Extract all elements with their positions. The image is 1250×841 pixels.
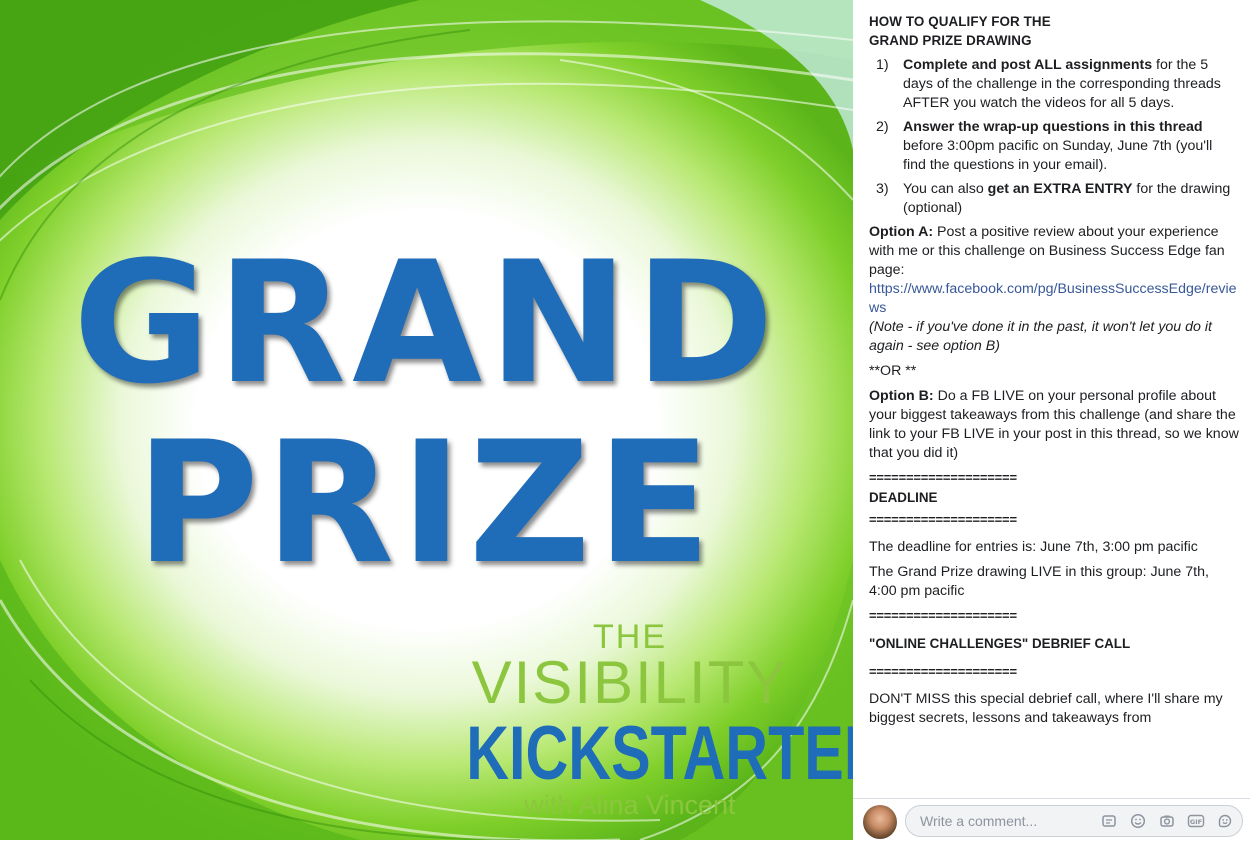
- or-text: **OR **: [869, 363, 917, 379]
- comment-bar: Write a comment... GIF: [853, 798, 1250, 841]
- brand-byline: with Alina Vincent: [524, 790, 736, 820]
- list-item: 3) You can also get an EXTRA ENTRY for t…: [869, 180, 1239, 218]
- step-pre: You can also: [903, 181, 988, 197]
- gif-icon[interactable]: GIF: [1187, 812, 1205, 830]
- deadline-heading: DEADLINE: [869, 490, 938, 505]
- separator: ====================: [869, 664, 1017, 679]
- qualify-heading-line2: GRAND PRIZE DRAWING: [869, 33, 1032, 48]
- debrief-text: DON'T MISS this special debrief call, wh…: [869, 691, 1223, 726]
- step-number: 3): [876, 181, 889, 197]
- deadline-entries: The deadline for entries is: June 7th, 3…: [869, 539, 1198, 555]
- option-a-label: Option A:: [869, 224, 934, 240]
- option-b-label: Option B:: [869, 388, 934, 404]
- debrief-heading: "ONLINE CHALLENGES" DEBRIEF CALL: [869, 636, 1131, 651]
- brand-visibility: VISIBILITY: [471, 649, 789, 716]
- qualify-steps: 1) Complete and post ALL assignments for…: [869, 56, 1239, 218]
- headline-grand: GRAND: [72, 225, 781, 421]
- avatar[interactable]: [863, 805, 897, 839]
- brand-kickstarter: KICKSTARTER: [466, 711, 853, 796]
- step-number: 1): [876, 57, 889, 73]
- emoji-icon[interactable]: [1129, 812, 1147, 830]
- option-b: Option B: Do a FB LIVE on your personal …: [869, 387, 1239, 463]
- step-text: before 3:00pm pacific on Sunday, June 7t…: [903, 138, 1213, 173]
- post-body: HOW TO QUALIFY FOR THE GRAND PRIZE DRAWI…: [869, 12, 1239, 794]
- option-a: Option A: Post a positive review about y…: [869, 223, 1239, 356]
- avatar-sticker-icon[interactable]: [1216, 812, 1234, 830]
- headline-prize: PRIZE: [135, 405, 718, 601]
- post-image[interactable]: GRAND PRIZE THE VISIBILITY KICKSTARTER w…: [0, 0, 853, 840]
- qualify-heading-line1: HOW TO QUALIFY FOR THE: [869, 14, 1051, 29]
- post-viewer: GRAND PRIZE THE VISIBILITY KICKSTARTER w…: [0, 0, 1250, 841]
- separator: ====================: [869, 512, 1017, 527]
- sticker-icon[interactable]: [1100, 812, 1118, 830]
- camera-icon[interactable]: [1158, 812, 1176, 830]
- comment-input[interactable]: Write a comment... GIF: [905, 805, 1243, 837]
- separator: ====================: [869, 470, 1017, 485]
- list-item: 1) Complete and post ALL assignments for…: [869, 56, 1239, 113]
- deadline-drawing: The Grand Prize drawing LIVE in this gro…: [869, 564, 1209, 599]
- review-link[interactable]: https://www.facebook.com/pg/BusinessSucc…: [869, 281, 1236, 316]
- step-bold: Complete and post ALL assignments: [903, 57, 1153, 73]
- comment-tools: GIF: [1100, 812, 1234, 830]
- list-item: 2) Answer the wrap-up questions in this …: [869, 118, 1239, 175]
- svg-text:GIF: GIF: [1190, 818, 1202, 826]
- step-bold: Answer the wrap-up questions in this thr…: [903, 119, 1203, 135]
- step-bold: get an EXTRA ENTRY: [987, 181, 1133, 197]
- separator: ====================: [869, 608, 1017, 623]
- comment-placeholder: Write a comment...: [920, 813, 1038, 829]
- option-a-note: (Note - if you've done it in the past, i…: [869, 319, 1212, 354]
- post-text-panel: HOW TO QUALIFY FOR THE GRAND PRIZE DRAWI…: [853, 0, 1250, 841]
- step-number: 2): [876, 119, 889, 135]
